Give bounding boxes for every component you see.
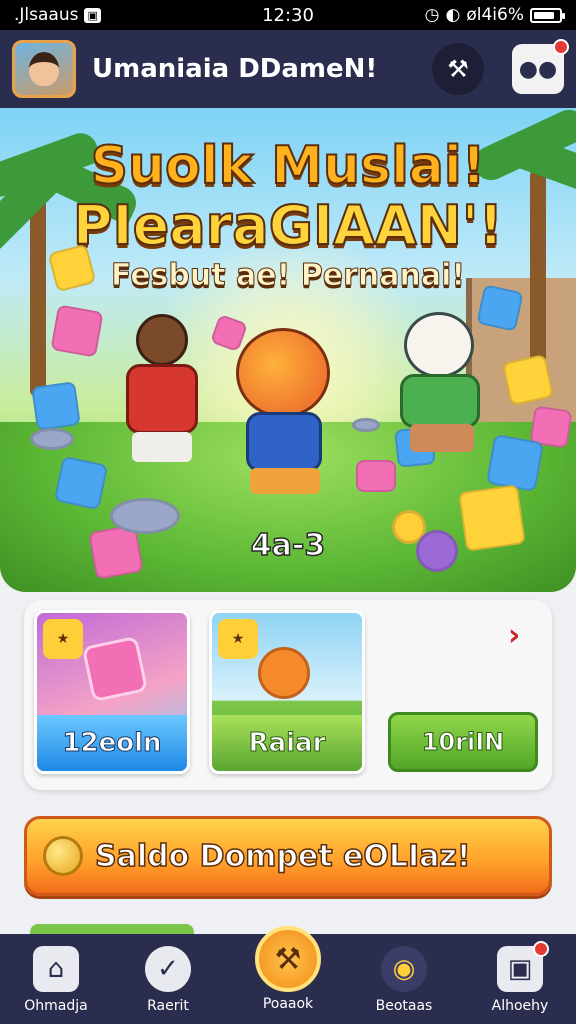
nav-item-camera[interactable]: ▣ Alhoehy [470,934,570,1024]
camera-icon: ▣ [497,941,549,992]
featured-cards: ★ 12eoln ★ Raiar › 10riIN [24,600,552,790]
tile-2-label: Raiar [212,715,362,771]
gift-box-icon [81,635,149,703]
character-orb-icon [258,647,310,699]
avatar[interactable] [12,40,76,98]
status-time: 12:30 [262,4,314,26]
dice-cube [31,381,81,431]
feature-tile-2[interactable]: ★ Raiar [209,610,365,774]
character-cat [386,308,496,458]
home-icon: ⌂ [33,946,79,992]
status-left: .Jlsaaus ▣ [14,5,101,25]
notification-badge [553,39,569,55]
nav-item-home[interactable]: ⌂ Ohmadja [6,934,106,1024]
tag-icon: ★ [43,619,83,659]
hammer-icon: ⚒ [255,926,321,992]
banner-title-line1: Suolk Muslai! [90,135,487,197]
avatar-face [29,52,59,86]
dice-cube [53,455,109,511]
tag-icon: ★ [218,619,258,659]
character-boy [112,314,222,464]
grid-icon: ●● [518,56,558,82]
nav-label: Beotaas [375,998,433,1014]
banner-code: 4a-3 [250,527,326,564]
promo-banner[interactable]: Suolk Muslai! PIearaGIAAN'! Fesbut ae! P… [0,108,576,592]
coin-icon [43,836,83,876]
coin [352,418,380,432]
alarm-icon: ◷ [424,5,440,25]
feature-tile-1[interactable]: ★ 12eoln [34,610,190,774]
nav-item-tickets[interactable]: ✓ Raerit [118,934,218,1024]
signal-text: øl4i6% [466,5,524,25]
dice-cube [50,304,104,358]
nav-item-center[interactable]: ⚒ Poaaok [238,926,338,1024]
coin [110,498,180,534]
coin [30,428,74,450]
app-title: Umaniaia DDameN! [92,54,378,84]
status-right: ◷ ◐ øl4i6% [424,5,565,25]
bottom-nav: ⌂ Ohmadja ✓ Raerit ⚒ Poaaok ◉ Beotaas ▣ … [0,926,576,1024]
signal-icon: ◐ [445,5,461,25]
notification-badge [533,941,549,957]
coin [416,530,458,572]
side-action-button[interactable]: 10riIN [388,712,538,772]
status-bar: .Jlsaaus ▣ 12:30 ◷ ◐ øl4i6% [0,0,576,30]
dice-cube [356,460,396,492]
chevron-right-icon[interactable]: › [508,618,520,653]
nav-label: Ohmadja [24,998,88,1014]
menu-button[interactable]: ●● [512,39,569,94]
tile-1-label: 12eoln [37,715,187,771]
battery-icon [530,7,565,23]
dice-cube [458,484,526,552]
dice-cube [501,353,555,407]
wallet-label: Saldo Dompet eOLIaz! [94,838,471,875]
ticket-icon: ✓ [145,946,191,992]
carrier-label: .Jlsaaus [14,5,79,25]
nav-label: Raerit [147,998,189,1014]
character-bear [220,328,350,498]
nav-label: Poaaok [262,996,314,1012]
edit-button[interactable]: ⚒ [432,43,484,95]
nav-label: Alhoehy [491,998,549,1014]
app-header: Umaniaia DDameN! ⚒ ●● [0,30,576,108]
game-icon: ◉ [381,946,427,992]
hammer-icon: ⚒ [447,55,469,83]
nav-item-games[interactable]: ◉ Beotaas [354,934,454,1024]
wallet-balance-button[interactable]: Saldo Dompet eOLIaz! [24,816,552,896]
notification-icon: ▣ [84,7,101,23]
